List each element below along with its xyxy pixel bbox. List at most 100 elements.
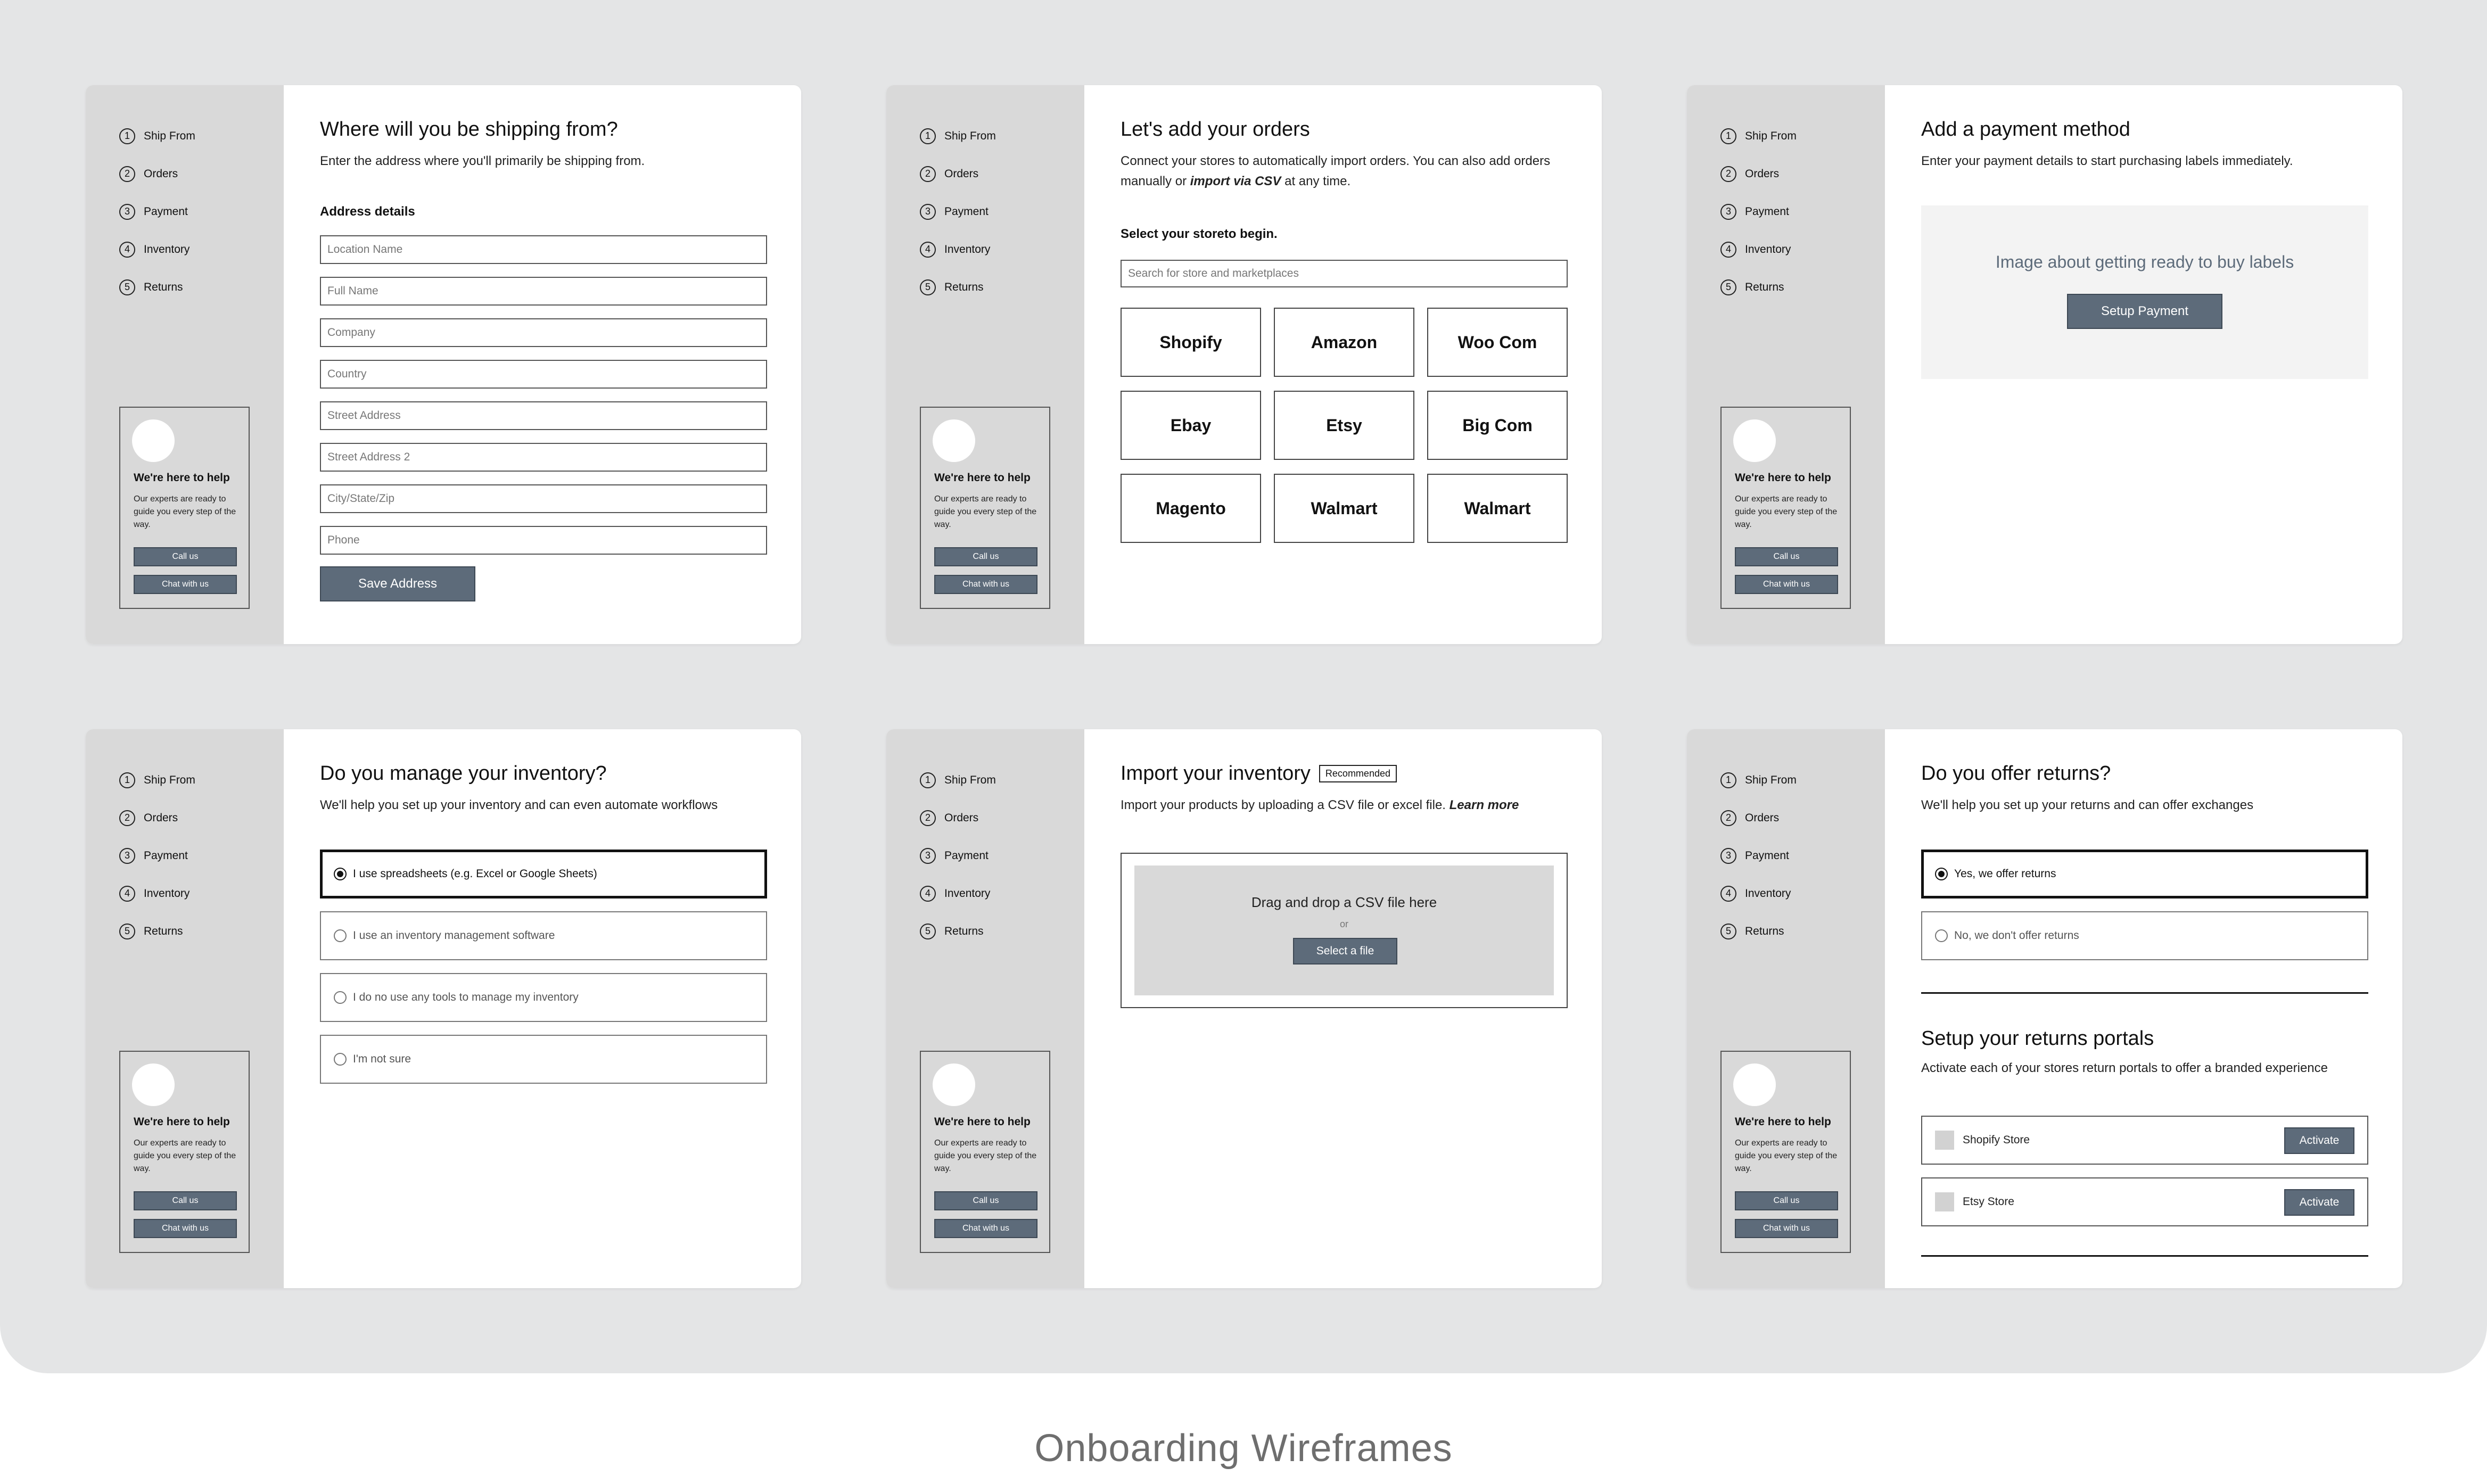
step-payment[interactable]: 3 Payment <box>1720 837 1797 875</box>
drop-zone[interactable]: Drag and drop a CSV file here or Select … <box>1134 865 1554 995</box>
store-tile-etsy[interactable]: Etsy <box>1274 391 1414 460</box>
option-yes-returns[interactable]: Yes, we offer returns <box>1921 850 2368 898</box>
option-no-returns[interactable]: No, we don't offer returns <box>1921 911 2368 960</box>
store-tile-walmart-2[interactable]: Walmart <box>1427 474 1568 543</box>
sidebar: 1 Ship From 2 Orders 3 Payment 4 Inventory 5… <box>1687 729 1885 1288</box>
page-title: Import your inventory Recommended <box>1121 762 1397 785</box>
step-orders[interactable]: 2 Orders <box>920 799 996 837</box>
avatar <box>132 419 175 462</box>
store-tile-ebay[interactable]: Ebay <box>1121 391 1261 460</box>
chat-with-us-button[interactable]: Chat with us <box>1735 575 1838 594</box>
image-caption: Image about getting ready to buy labels <box>1995 252 2294 271</box>
call-us-button[interactable]: Call us <box>134 547 237 566</box>
company-field[interactable]: Company <box>320 318 767 347</box>
step-returns[interactable]: 5 Returns <box>119 912 195 950</box>
step-payment[interactable]: 3 Payment <box>119 837 195 875</box>
step-inventory[interactable]: 4 Inventory <box>920 230 996 268</box>
help-title: We're here to help <box>1735 472 1831 484</box>
call-us-button[interactable]: Call us <box>134 1191 237 1210</box>
step-ship-from[interactable]: 1 Ship From <box>920 117 996 155</box>
store-tile-magento[interactable]: Magento <box>1121 474 1261 543</box>
phone-field[interactable]: Phone <box>320 526 767 555</box>
call-us-button[interactable]: Call us <box>1735 1191 1838 1210</box>
option-spreadsheets[interactable]: I use spreadsheets (e.g. Excel or Google… <box>320 850 767 898</box>
step-payment[interactable]: 3 Payment <box>119 193 195 230</box>
chat-with-us-button[interactable]: Chat with us <box>134 575 237 594</box>
step-ship-from[interactable]: 1 Ship From <box>119 761 195 799</box>
avatar <box>132 1063 175 1106</box>
step-orders[interactable]: 2 Orders <box>1720 799 1797 837</box>
step-ship-from[interactable]: 1 Ship From <box>1720 117 1797 155</box>
help-title: We're here to help <box>934 472 1031 484</box>
chat-with-us-button[interactable]: Chat with us <box>134 1219 237 1238</box>
step-returns[interactable]: 5 Returns <box>1720 268 1797 306</box>
step-payment[interactable]: 3 Payment <box>1720 193 1797 230</box>
divider <box>1921 1255 2368 1257</box>
or-text: or <box>1339 919 1348 929</box>
step-orders[interactable]: 2 Orders <box>119 799 195 837</box>
step-returns[interactable]: 5 Returns <box>920 268 996 306</box>
chat-with-us-button[interactable]: Chat with us <box>934 1219 1037 1238</box>
store-tile-shopify[interactable]: Shopify <box>1121 308 1261 377</box>
chat-with-us-button[interactable]: Chat with us <box>934 575 1037 594</box>
help-title: We're here to help <box>134 1116 230 1128</box>
step-list: 1 Ship From 2 Orders 3 Payment 4 Inventory 5… <box>1720 761 1797 950</box>
street-address-2-field[interactable]: Street Address 2 <box>320 443 767 472</box>
step-inventory[interactable]: 4 Inventory <box>920 875 996 912</box>
radio-icon <box>334 1053 347 1066</box>
help-panel: We're here to help Our experts are ready… <box>119 407 250 609</box>
store-tile-walmart[interactable]: Walmart <box>1274 474 1414 543</box>
step-returns[interactable]: 5 Returns <box>920 912 996 950</box>
step-returns[interactable]: 5 Returns <box>119 268 195 306</box>
step-orders[interactable]: 2 Orders <box>920 155 996 193</box>
call-us-button[interactable]: Call us <box>934 1191 1037 1210</box>
location-name-field[interactable]: Location Name <box>320 235 767 264</box>
step-orders[interactable]: 2 Orders <box>119 155 195 193</box>
option-not-sure[interactable]: I'm not sure <box>320 1035 767 1084</box>
avatar <box>933 419 975 462</box>
learn-more-link[interactable]: Learn more <box>1450 798 1519 812</box>
store-tile-big-com[interactable]: Big Com <box>1427 391 1568 460</box>
street-address-field[interactable]: Street Address <box>320 401 767 430</box>
step-inventory[interactable]: 4 Inventory <box>119 875 195 912</box>
step-payment[interactable]: 3 Payment <box>920 193 996 230</box>
store-tile-amazon[interactable]: Amazon <box>1274 308 1414 377</box>
portal-row-shopify: Shopify Store Activate <box>1921 1116 2368 1165</box>
chat-with-us-button[interactable]: Chat with us <box>1735 1219 1838 1238</box>
step-inventory[interactable]: 4 Inventory <box>1720 230 1797 268</box>
country-field[interactable]: Country <box>320 360 767 389</box>
step-inventory[interactable]: 4 Inventory <box>1720 875 1797 912</box>
activate-button[interactable]: Activate <box>2284 1189 2354 1216</box>
store-checkbox-icon[interactable] <box>1935 1192 1954 1211</box>
step-ship-from[interactable]: 1 Ship From <box>119 117 195 155</box>
store-search-input[interactable]: Search for store and marketplaces <box>1121 260 1568 287</box>
step-returns[interactable]: 5 Returns <box>1720 912 1797 950</box>
option-no-tools[interactable]: I do no use any tools to manage my inven… <box>320 973 767 1022</box>
step-ship-from[interactable]: 1 Ship From <box>920 761 996 799</box>
import-csv-link[interactable]: import via CSV <box>1190 174 1281 188</box>
call-us-button[interactable]: Call us <box>1735 547 1838 566</box>
select-file-button[interactable]: Select a file <box>1293 938 1397 964</box>
city-state-zip-field[interactable]: City/State/Zip <box>320 484 767 513</box>
save-address-button[interactable]: Save Address <box>320 566 475 601</box>
upload-area: Drag and drop a CSV file here or Select … <box>1121 853 1568 1008</box>
store-checkbox-icon[interactable] <box>1935 1131 1954 1150</box>
wireframe-board: 1 Ship From 2 Orders 3 Payment 4 Inventory 5… <box>0 0 2487 1373</box>
activate-button[interactable]: Activate <box>2284 1127 2354 1154</box>
option-inventory-software[interactable]: I use an inventory management software <box>320 911 767 960</box>
step-orders[interactable]: 2 Orders <box>1720 155 1797 193</box>
page-title: Let's add your orders <box>1121 118 1310 141</box>
setup-payment-button[interactable]: Setup Payment <box>2067 294 2222 329</box>
help-text: Our experts are ready to guide you every… <box>934 1139 1037 1173</box>
avatar <box>933 1063 975 1106</box>
step-ship-from[interactable]: 1 Ship From <box>1720 761 1797 799</box>
call-us-button[interactable]: Call us <box>934 547 1037 566</box>
radio-icon <box>334 991 347 1004</box>
step-payment[interactable]: 3 Payment <box>920 837 996 875</box>
card-import: 1 Ship From 2 Orders 3 Payment 4 Inventory 5… <box>886 729 1602 1288</box>
sidebar: 1 Ship From 2 Orders 3 Payment 4 Inventory 5… <box>86 729 284 1288</box>
full-name-field[interactable]: Full Name <box>320 277 767 306</box>
store-tile-woo-com[interactable]: Woo Com <box>1427 308 1568 377</box>
page-subtitle: We'll help you set up your returns and c… <box>1921 798 2254 812</box>
step-inventory[interactable]: 4 Inventory <box>119 230 195 268</box>
